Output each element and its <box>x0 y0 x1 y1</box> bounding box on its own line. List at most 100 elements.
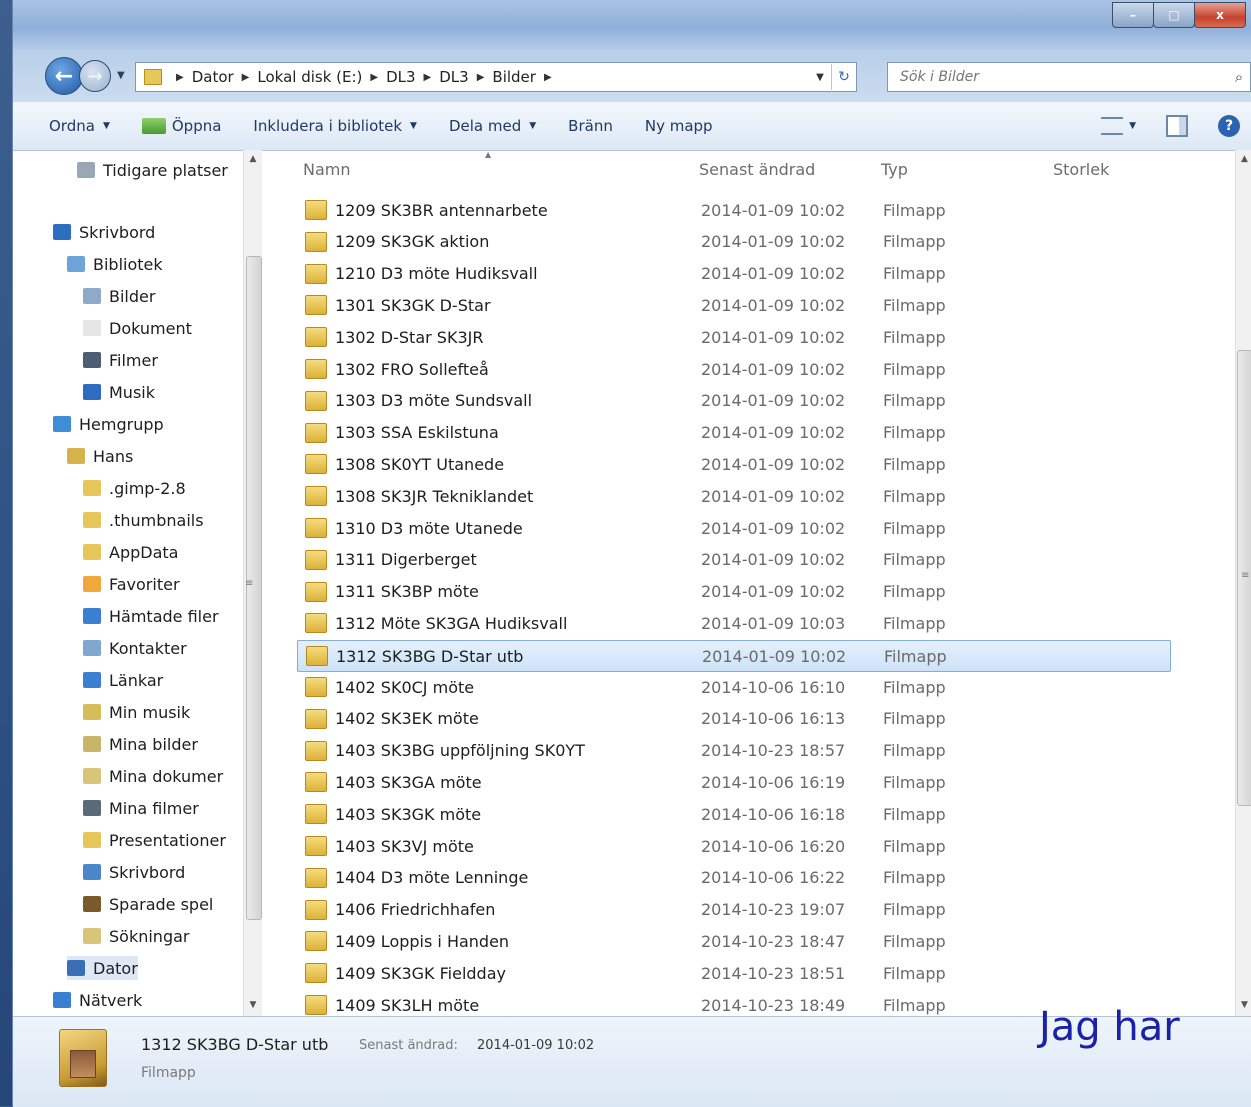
nav-item[interactable]: Mina filmer <box>83 796 199 820</box>
nav-item[interactable]: Hans <box>67 444 133 468</box>
breadcrumb: ▶ Dator ▶ Lokal disk (E:) ▶ DL3 ▶ DL3 ▶ … <box>168 68 560 86</box>
file-row[interactable]: 1409 Loppis i Handen 2014-10-23 18:47 Film… <box>297 926 1169 956</box>
close-button[interactable]: x <box>1194 2 1246 28</box>
breadcrumb-item[interactable]: Lokal disk (E:) <box>257 68 362 86</box>
file-row[interactable]: 1210 D3 möte Hudiksvall 2014-01-09 10:02 F… <box>297 259 1169 289</box>
file-row[interactable]: 1406 Friedrichhafen 2014-10-23 19:07 Filma… <box>297 895 1169 925</box>
nav-item[interactable]: Skrivbord <box>53 220 155 244</box>
column-header-size[interactable]: Storlek <box>1053 160 1109 179</box>
nav-item[interactable]: Hemgrupp <box>53 412 164 436</box>
file-row[interactable]: 1303 D3 möte Sundsvall 2014-01-09 10:02 Fi… <box>297 386 1169 416</box>
file-row[interactable]: 1402 SK0CJ möte 2014-10-06 16:10 Filmapp <box>297 672 1169 702</box>
help-icon[interactable]: ? <box>1218 115 1240 137</box>
nav-item[interactable]: Dator <box>67 956 138 980</box>
scroll-down-icon[interactable]: ▼ <box>1236 1000 1251 1010</box>
include-in-library-button[interactable]: Inkludera i bibliotek ▼ <box>253 117 417 135</box>
column-header-name[interactable]: Namn <box>303 160 351 179</box>
refresh-icon[interactable]: ↻ <box>831 64 856 90</box>
file-row[interactable]: 1209 SK3BR antennarbete 2014-01-09 10:02 F… <box>297 195 1169 225</box>
nav-item[interactable]: Mina bilder <box>83 732 198 756</box>
chevron-down-icon[interactable]: ▼ <box>1129 121 1136 131</box>
nav-item[interactable]: .gimp-2.8 <box>83 476 186 500</box>
breadcrumb-item[interactable]: DL3 <box>386 68 415 86</box>
chevron-right-icon[interactable]: ▶ <box>477 72 485 83</box>
back-button[interactable]: ← <box>45 57 83 95</box>
title-bar[interactable]: – □ x <box>13 0 1251 50</box>
search-icon[interactable]: ⌕ <box>1228 68 1250 86</box>
nav-item[interactable]: Tidigare platser <box>77 158 228 182</box>
new-folder-button[interactable]: Ny mapp <box>645 117 713 135</box>
file-row[interactable]: 1312 Möte SK3GA Hudiksvall 2014-01-09 10:… <box>297 608 1169 638</box>
file-row[interactable]: 1209 SK3GK aktion 2014-01-09 10:02 Filmapp <box>297 227 1169 257</box>
file-row[interactable]: 1311 Digerberget 2014-01-09 10:02 Filmapp <box>297 545 1169 575</box>
file-row[interactable]: 1308 SK0YT Utanede 2014-01-09 10:02 Filmap… <box>297 449 1169 479</box>
file-modified: 2014-10-23 18:51 <box>701 963 846 983</box>
nav-item[interactable]: Musik <box>83 380 155 404</box>
nav-item[interactable]: Länkar <box>83 668 163 692</box>
maximize-button[interactable]: □ <box>1153 2 1195 28</box>
organize-button[interactable]: Ordna ▼ <box>49 117 110 135</box>
file-modified: 2014-01-09 10:02 <box>701 518 846 538</box>
nav-item[interactable]: Bilder <box>83 284 155 308</box>
file-row[interactable]: 1302 D-Star SK3JR 2014-01-09 10:02 Filmapp <box>297 322 1169 352</box>
scroll-down-icon[interactable]: ▼ <box>244 1000 262 1010</box>
nav-item[interactable]: Kontakter <box>83 636 187 660</box>
file-row[interactable]: 1402 SK3EK möte 2014-10-06 16:13 Filmapp <box>297 704 1169 734</box>
chevron-right-icon[interactable]: ▶ <box>176 72 184 83</box>
nav-item[interactable]: Filmer <box>83 348 158 372</box>
share-with-button[interactable]: Dela med ▼ <box>449 117 536 135</box>
chevron-down-icon[interactable]: ▼ <box>809 72 831 83</box>
file-row[interactable]: 1409 SK3GK Fieldday 2014-10-23 18:51 Filma… <box>297 958 1169 988</box>
file-row[interactable]: 1403 SK3BG uppföljning SK0YT 2014-10-23 1… <box>297 736 1169 766</box>
file-row[interactable]: 1312 SK3BG D-Star utb 2014-01-09 10:02 Fil… <box>297 640 1171 673</box>
file-row[interactable]: 1310 D3 möte Utanede 2014-01-09 10:02 Film… <box>297 513 1169 543</box>
forward-button[interactable]: → <box>79 60 111 92</box>
chevron-right-icon[interactable]: ▶ <box>424 72 432 83</box>
address-bar[interactable]: ▶ Dator ▶ Lokal disk (E:) ▶ DL3 ▶ DL3 ▶ … <box>135 62 857 92</box>
nav-item[interactable]: Hämtade filer <box>83 604 219 628</box>
nav-item[interactable]: Bibliotek <box>67 252 163 276</box>
nav-item[interactable]: Min musik <box>83 700 190 724</box>
breadcrumb-item[interactable]: DL3 <box>439 68 468 86</box>
column-header-modified[interactable]: Senast ändrad <box>699 160 815 179</box>
view-options-icon[interactable] <box>1101 117 1124 135</box>
folder-icon <box>305 677 327 697</box>
nav-item[interactable]: Nätverk <box>53 988 142 1012</box>
file-row[interactable]: 1404 D3 möte Lenninge 2014-10-06 16:22 Fil… <box>297 863 1169 893</box>
file-row[interactable]: 1303 SSA Eskilstuna 2014-01-09 10:02 Filma… <box>297 418 1169 448</box>
nav-item[interactable]: Sparade spel <box>83 892 213 916</box>
file-row[interactable]: 1302 FRO Sollefteå 2014-01-09 10:02 Filmap… <box>297 354 1169 384</box>
file-row[interactable]: 1301 SK3GK D-Star 2014-01-09 10:02 Filmapp <box>297 290 1169 320</box>
open-button[interactable]: Öppna <box>141 117 221 135</box>
nav-item[interactable]: Mina dokumer <box>83 764 223 788</box>
file-list-scrollbar[interactable]: ▲ ▼ <box>1235 150 1251 1016</box>
file-row[interactable]: 1308 SK3JR Tekniklandet 2014-01-09 10:02 F… <box>297 481 1169 511</box>
breadcrumb-item[interactable]: Bilder <box>492 68 536 86</box>
nav-item[interactable]: Sökningar <box>83 924 189 948</box>
scroll-up-icon[interactable]: ▲ <box>1236 154 1251 164</box>
chevron-right-icon[interactable]: ▶ <box>544 72 552 83</box>
scroll-up-icon[interactable]: ▲ <box>244 154 262 164</box>
breadcrumb-item[interactable]: Dator <box>192 68 234 86</box>
nav-item[interactable]: Favoriter <box>83 572 180 596</box>
file-row[interactable]: 1403 SK3GK möte 2014-10-06 16:18 Filmapp <box>297 799 1169 829</box>
chevron-down-icon: ▼ <box>529 121 537 131</box>
nav-item[interactable]: AppData <box>83 540 178 564</box>
file-row[interactable]: 1403 SK3VJ möte 2014-10-06 16:20 Filmapp <box>297 831 1169 861</box>
column-header-type[interactable]: Typ <box>881 160 908 179</box>
nav-item[interactable]: Dokument <box>83 316 192 340</box>
preview-pane-icon[interactable] <box>1166 115 1188 137</box>
nav-item[interactable]: Skrivbord <box>83 860 185 884</box>
minimize-button[interactable]: – <box>1112 2 1154 28</box>
burn-label: Bränn <box>568 117 613 135</box>
chevron-right-icon[interactable]: ▶ <box>242 72 250 83</box>
chevron-right-icon[interactable]: ▶ <box>370 72 378 83</box>
search-input[interactable] <box>898 68 1228 86</box>
file-row[interactable]: 1311 SK3BP möte 2014-01-09 10:02 Filmapp <box>297 577 1169 607</box>
file-row[interactable]: 1403 SK3GA möte 2014-10-06 16:19 Filmapp <box>297 767 1169 797</box>
search-box[interactable]: ⌕ <box>887 62 1251 92</box>
burn-button[interactable]: Bränn <box>568 117 613 135</box>
nav-item[interactable]: Presentationer <box>83 828 226 852</box>
recent-pages-dropdown[interactable]: ▼ <box>117 70 125 81</box>
nav-item[interactable]: .thumbnails <box>83 508 204 532</box>
